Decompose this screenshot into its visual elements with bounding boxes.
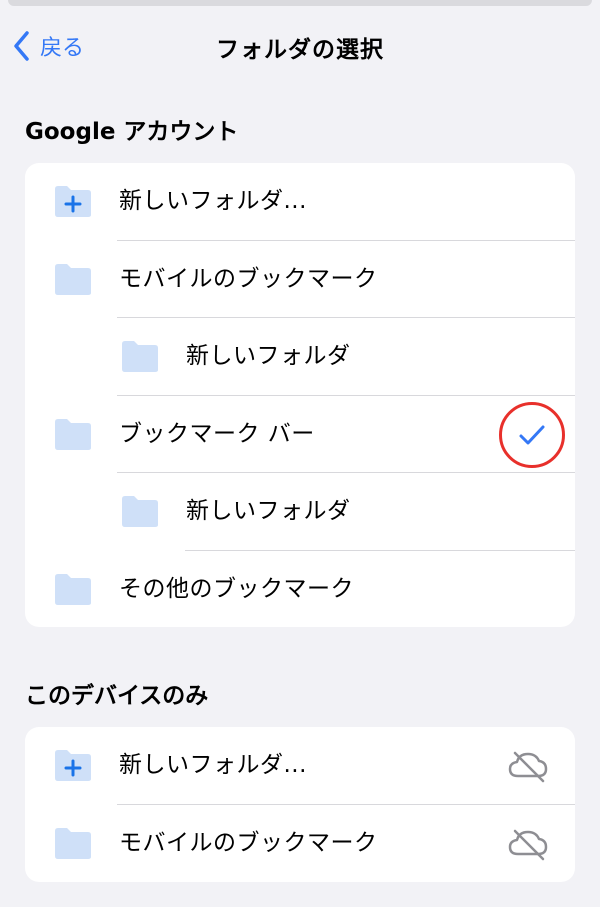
folder-row-new-folder[interactable]: 新しいフォルダ... <box>25 727 575 805</box>
folder-row-new-folder-nested[interactable]: 新しいフォルダ <box>25 318 575 396</box>
folder-row-label: ブックマーク バー <box>119 420 315 447</box>
folder-icon <box>55 827 91 859</box>
device-only-folder-list: 新しいフォルダ... モバイルのブックマーク <box>25 727 575 882</box>
folder-row-mobile-bookmarks[interactable]: モバイルのブックマーク <box>25 805 575 883</box>
folder-plus-icon <box>55 750 91 781</box>
folder-row-label: 新しいフォルダ... <box>119 188 307 214</box>
folder-icon <box>122 341 158 372</box>
navigation-bar: 戻る フォルダの選択 <box>0 0 600 92</box>
cloud-off-icon <box>508 829 548 860</box>
folder-row-new-folder-nested[interactable]: 新しいフォルダ <box>25 473 575 551</box>
folder-row-label: モバイルのブックマーク <box>119 829 378 856</box>
folder-row-bookmarks-bar[interactable]: ブックマーク バー <box>25 396 575 473</box>
folder-row-label: その他のブックマーク <box>119 575 354 602</box>
folder-icon <box>55 263 91 295</box>
google-account-folder-list: 新しいフォルダ... モバイルのブックマーク 新しいフォルダ ブックマーク バー <box>25 163 575 627</box>
cloud-off-icon <box>508 751 548 783</box>
folder-row-label: モバイルのブックマーク <box>119 265 378 292</box>
section-header-device-only: このデバイスのみ <box>25 683 209 709</box>
page-title: フォルダの選択 <box>216 37 384 63</box>
section-header-google-account: Google アカウント <box>25 119 239 145</box>
folder-plus-icon <box>55 186 91 217</box>
checkmark-icon <box>519 425 545 444</box>
selected-highlight-circle <box>499 401 565 468</box>
folder-row-label: 新しいフォルダ <box>186 498 351 524</box>
folder-icon <box>55 418 91 450</box>
folder-row-label: 新しいフォルダ... <box>119 752 307 778</box>
folder-row-new-folder[interactable]: 新しいフォルダ... <box>25 163 575 241</box>
folder-icon <box>122 496 158 527</box>
folder-row-mobile-bookmarks[interactable]: モバイルのブックマーク <box>25 241 575 318</box>
folder-row-other-bookmarks[interactable]: その他のブックマーク <box>25 551 575 628</box>
folder-row-label: 新しいフォルダ <box>186 343 351 369</box>
folder-icon <box>55 573 91 605</box>
